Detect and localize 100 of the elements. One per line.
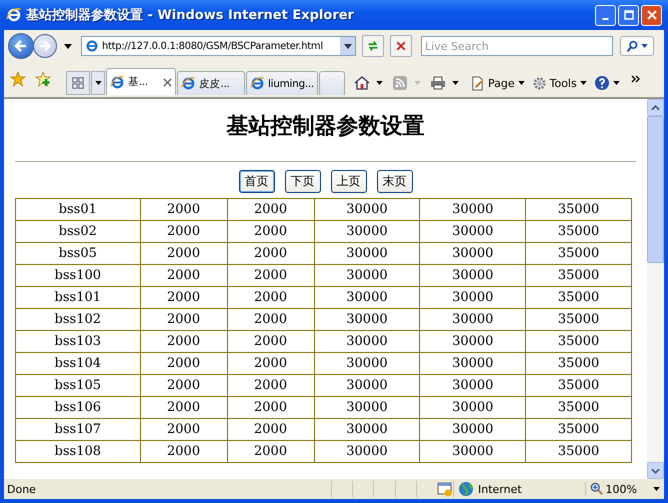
table-cell: 30000 [420, 286, 526, 308]
close-icon [646, 10, 656, 20]
table-cell: bss107 [16, 418, 140, 440]
caret-icon [94, 81, 102, 85]
pager-button[interactable]: 末页 [376, 170, 412, 193]
address-field[interactable]: http://127.0.0.1:8080/GSM/BSCParameter.html [81, 36, 356, 56]
page-menu-button[interactable]: Page [468, 76, 527, 90]
pager-button[interactable]: 上页 [330, 170, 366, 193]
scrollbar-thumb[interactable] [647, 116, 664, 263]
back-button[interactable] [8, 33, 34, 59]
table-cell: bss101 [16, 286, 140, 308]
table-cell: 30000 [420, 374, 526, 396]
caret-icon [612, 81, 620, 85]
table-cell: 2000 [140, 264, 228, 286]
table-cell: 30000 [314, 198, 420, 220]
table-cell: bss108 [16, 440, 140, 462]
window-title: 基站控制器参数设置 - Windows Internet Explorer [26, 7, 355, 24]
table-cell: 2000 [140, 418, 228, 440]
table-cell: 2000 [227, 374, 314, 396]
table-cell: 30000 [314, 374, 420, 396]
address-dropdown-button[interactable] [340, 37, 355, 55]
table-cell: 30000 [314, 440, 420, 462]
table-cell: 30000 [420, 308, 526, 330]
table-cell: 30000 [314, 286, 420, 308]
scroll-up-button[interactable] [647, 99, 664, 116]
printer-icon[interactable] [430, 75, 446, 91]
quick-tabs-button[interactable] [66, 71, 90, 95]
table-cell: bss102 [16, 308, 140, 330]
table-cell: 30000 [420, 440, 526, 462]
caret-icon [641, 44, 648, 48]
table-cell: bss01 [16, 198, 140, 220]
table-cell: 2000 [227, 330, 314, 352]
table-cell: 2000 [140, 374, 228, 396]
table-cell: 30000 [420, 242, 526, 264]
pager-button[interactable]: 首页 [238, 170, 274, 193]
table-cell: 30000 [314, 220, 420, 242]
caret-icon[interactable] [376, 81, 383, 85]
search-button[interactable] [620, 36, 654, 56]
table-cell: 35000 [526, 352, 632, 374]
page-heading: 基站控制器参数设置 [226, 112, 426, 141]
help-icon [594, 75, 610, 91]
search-icon [626, 40, 639, 52]
table-cell: 2000 [227, 440, 314, 462]
table-cell: 35000 [526, 308, 632, 330]
table-cell: 2000 [227, 396, 314, 418]
caret-icon[interactable] [452, 81, 459, 85]
pager-button[interactable]: 下页 [284, 170, 320, 193]
maximize-icon [624, 10, 634, 20]
table-cell: 35000 [526, 264, 632, 286]
globe-icon [458, 481, 474, 497]
minimize-button[interactable] [595, 4, 616, 26]
table-cell: 35000 [526, 396, 632, 418]
more-chevron-icon[interactable] [630, 75, 641, 83]
add-favorite-icon[interactable] [35, 71, 51, 87]
stop-button[interactable] [390, 35, 412, 57]
table-cell: 2000 [140, 440, 228, 462]
table-cell: 35000 [526, 286, 632, 308]
browser-logo-icon [181, 76, 196, 91]
favorites-star-icon[interactable] [10, 71, 26, 87]
caret-icon [580, 81, 587, 85]
refresh-button[interactable] [362, 35, 384, 57]
browser-logo-icon [110, 74, 125, 90]
table-cell: 2000 [227, 308, 314, 330]
browser-logo-icon [250, 76, 265, 91]
close-button[interactable] [641, 4, 662, 26]
browser-tab[interactable]: 皮皮... [177, 71, 245, 95]
table-cell: 2000 [227, 198, 314, 220]
table-cell: bss05 [16, 242, 140, 264]
forward-button[interactable] [33, 34, 57, 58]
zone-text: Internet [478, 482, 522, 496]
table-cell: 2000 [140, 330, 228, 352]
maximize-button[interactable] [618, 4, 639, 26]
zoom-button[interactable]: 100% [584, 482, 664, 496]
caret-icon [344, 44, 352, 48]
stop-icon [395, 40, 407, 52]
caret-icon [518, 81, 525, 85]
table-cell: 30000 [314, 242, 420, 264]
caret-icon[interactable] [64, 44, 72, 48]
table-cell: 30000 [420, 220, 526, 242]
table-cell: 30000 [314, 264, 420, 286]
gear-icon [532, 76, 547, 90]
home-icon[interactable] [354, 75, 370, 91]
table-cell: 30000 [314, 418, 420, 440]
table-cell: 2000 [227, 286, 314, 308]
close-tab-icon[interactable] [163, 78, 172, 86]
table-cell: 30000 [420, 330, 526, 352]
table-cell: 35000 [526, 374, 632, 396]
scroll-down-button[interactable] [647, 462, 664, 479]
table-cell: 2000 [140, 242, 228, 264]
browser-tab[interactable]: 基... [106, 68, 176, 95]
table-cell: 35000 [526, 330, 632, 352]
table-cell: bss02 [16, 220, 140, 242]
table-cell: 30000 [314, 396, 420, 418]
tab-list-button[interactable] [91, 71, 105, 95]
refresh-icon [366, 39, 380, 53]
table-cell: 30000 [314, 330, 420, 352]
table-cell: 35000 [526, 220, 632, 242]
search-field[interactable]: Live Search [421, 36, 613, 56]
tools-menu-button[interactable]: Tools [530, 76, 589, 90]
browser-tab[interactable]: liuming... [246, 71, 318, 95]
